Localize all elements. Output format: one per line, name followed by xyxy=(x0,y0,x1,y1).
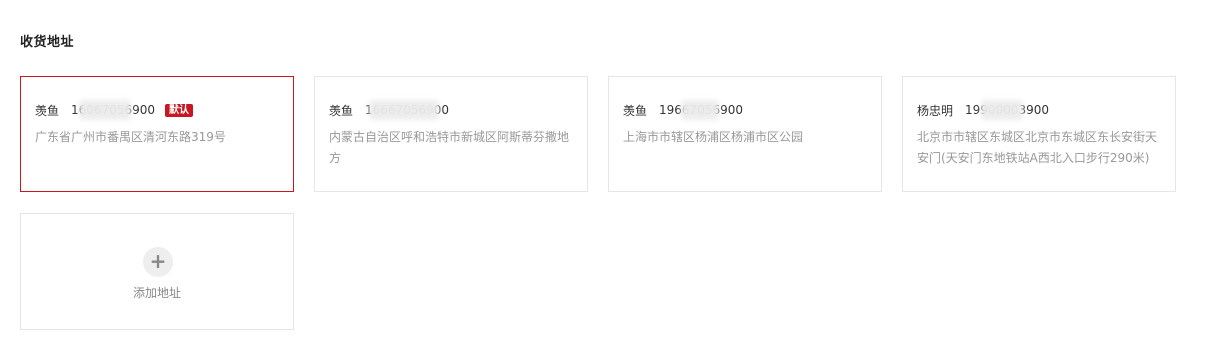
recipient-phone: 16667056900 xyxy=(365,100,449,120)
recipient-name: 杨忠明 xyxy=(917,103,954,118)
phone-redaction xyxy=(981,100,1024,120)
recipient-name: 羡鱼 xyxy=(35,103,60,118)
recipient-phone: 19900003900 xyxy=(965,100,1049,120)
address-card[interactable]: 羡鱼 19667056900 上海市市辖区杨浦区杨浦市区公园 xyxy=(608,76,882,192)
add-address-button[interactable]: + 添加地址 xyxy=(20,213,294,330)
default-badge: 默认 xyxy=(165,103,193,117)
address-card-head: 杨忠明 19900003900 xyxy=(917,100,1049,120)
recipient-phone: 16067056900 xyxy=(71,100,155,120)
address-card-head: 羡鱼 16067056900 默认 xyxy=(35,100,193,120)
address-page: 收货地址 羡鱼 16067056900 默认 广东省广州市番禺区清河东路319号… xyxy=(0,0,1223,350)
address-card[interactable]: 羡鱼 16667056900 内蒙古自治区呼和浩特市新城区阿斯蒂芬撒地方 xyxy=(314,76,588,192)
address-text: 广东省广州市番禺区清河东路319号 xyxy=(35,130,226,144)
phone-redaction xyxy=(369,100,440,120)
address-text: 上海市市辖区杨浦区杨浦市区公园 xyxy=(623,130,804,144)
address-card[interactable]: 杨忠明 19900003900 北京市市辖区东城区北京市东城区东长安街天安门(天… xyxy=(902,76,1176,192)
address-card-head: 羡鱼 16667056900 xyxy=(329,100,449,120)
address-card[interactable]: 羡鱼 16067056900 默认 广东省广州市番禺区清河东路319号 xyxy=(20,76,294,192)
recipient-name: 羡鱼 xyxy=(329,103,354,118)
phone-redaction xyxy=(681,100,720,120)
phone-redaction xyxy=(79,100,132,120)
section-title: 收货地址 xyxy=(20,35,75,50)
address-text: 北京市市辖区东城区北京市东城区东长安街天安门(天安门东地铁站A西北入口步行290… xyxy=(917,130,1158,165)
address-card-head: 羡鱼 19667056900 xyxy=(623,100,743,120)
address-text: 内蒙古自治区呼和浩特市新城区阿斯蒂芬撒地方 xyxy=(329,130,570,165)
recipient-name: 羡鱼 xyxy=(623,103,648,118)
recipient-phone: 19667056900 xyxy=(659,100,743,120)
plus-icon: + xyxy=(143,247,173,277)
add-address-label: 添加地址 xyxy=(132,286,181,300)
